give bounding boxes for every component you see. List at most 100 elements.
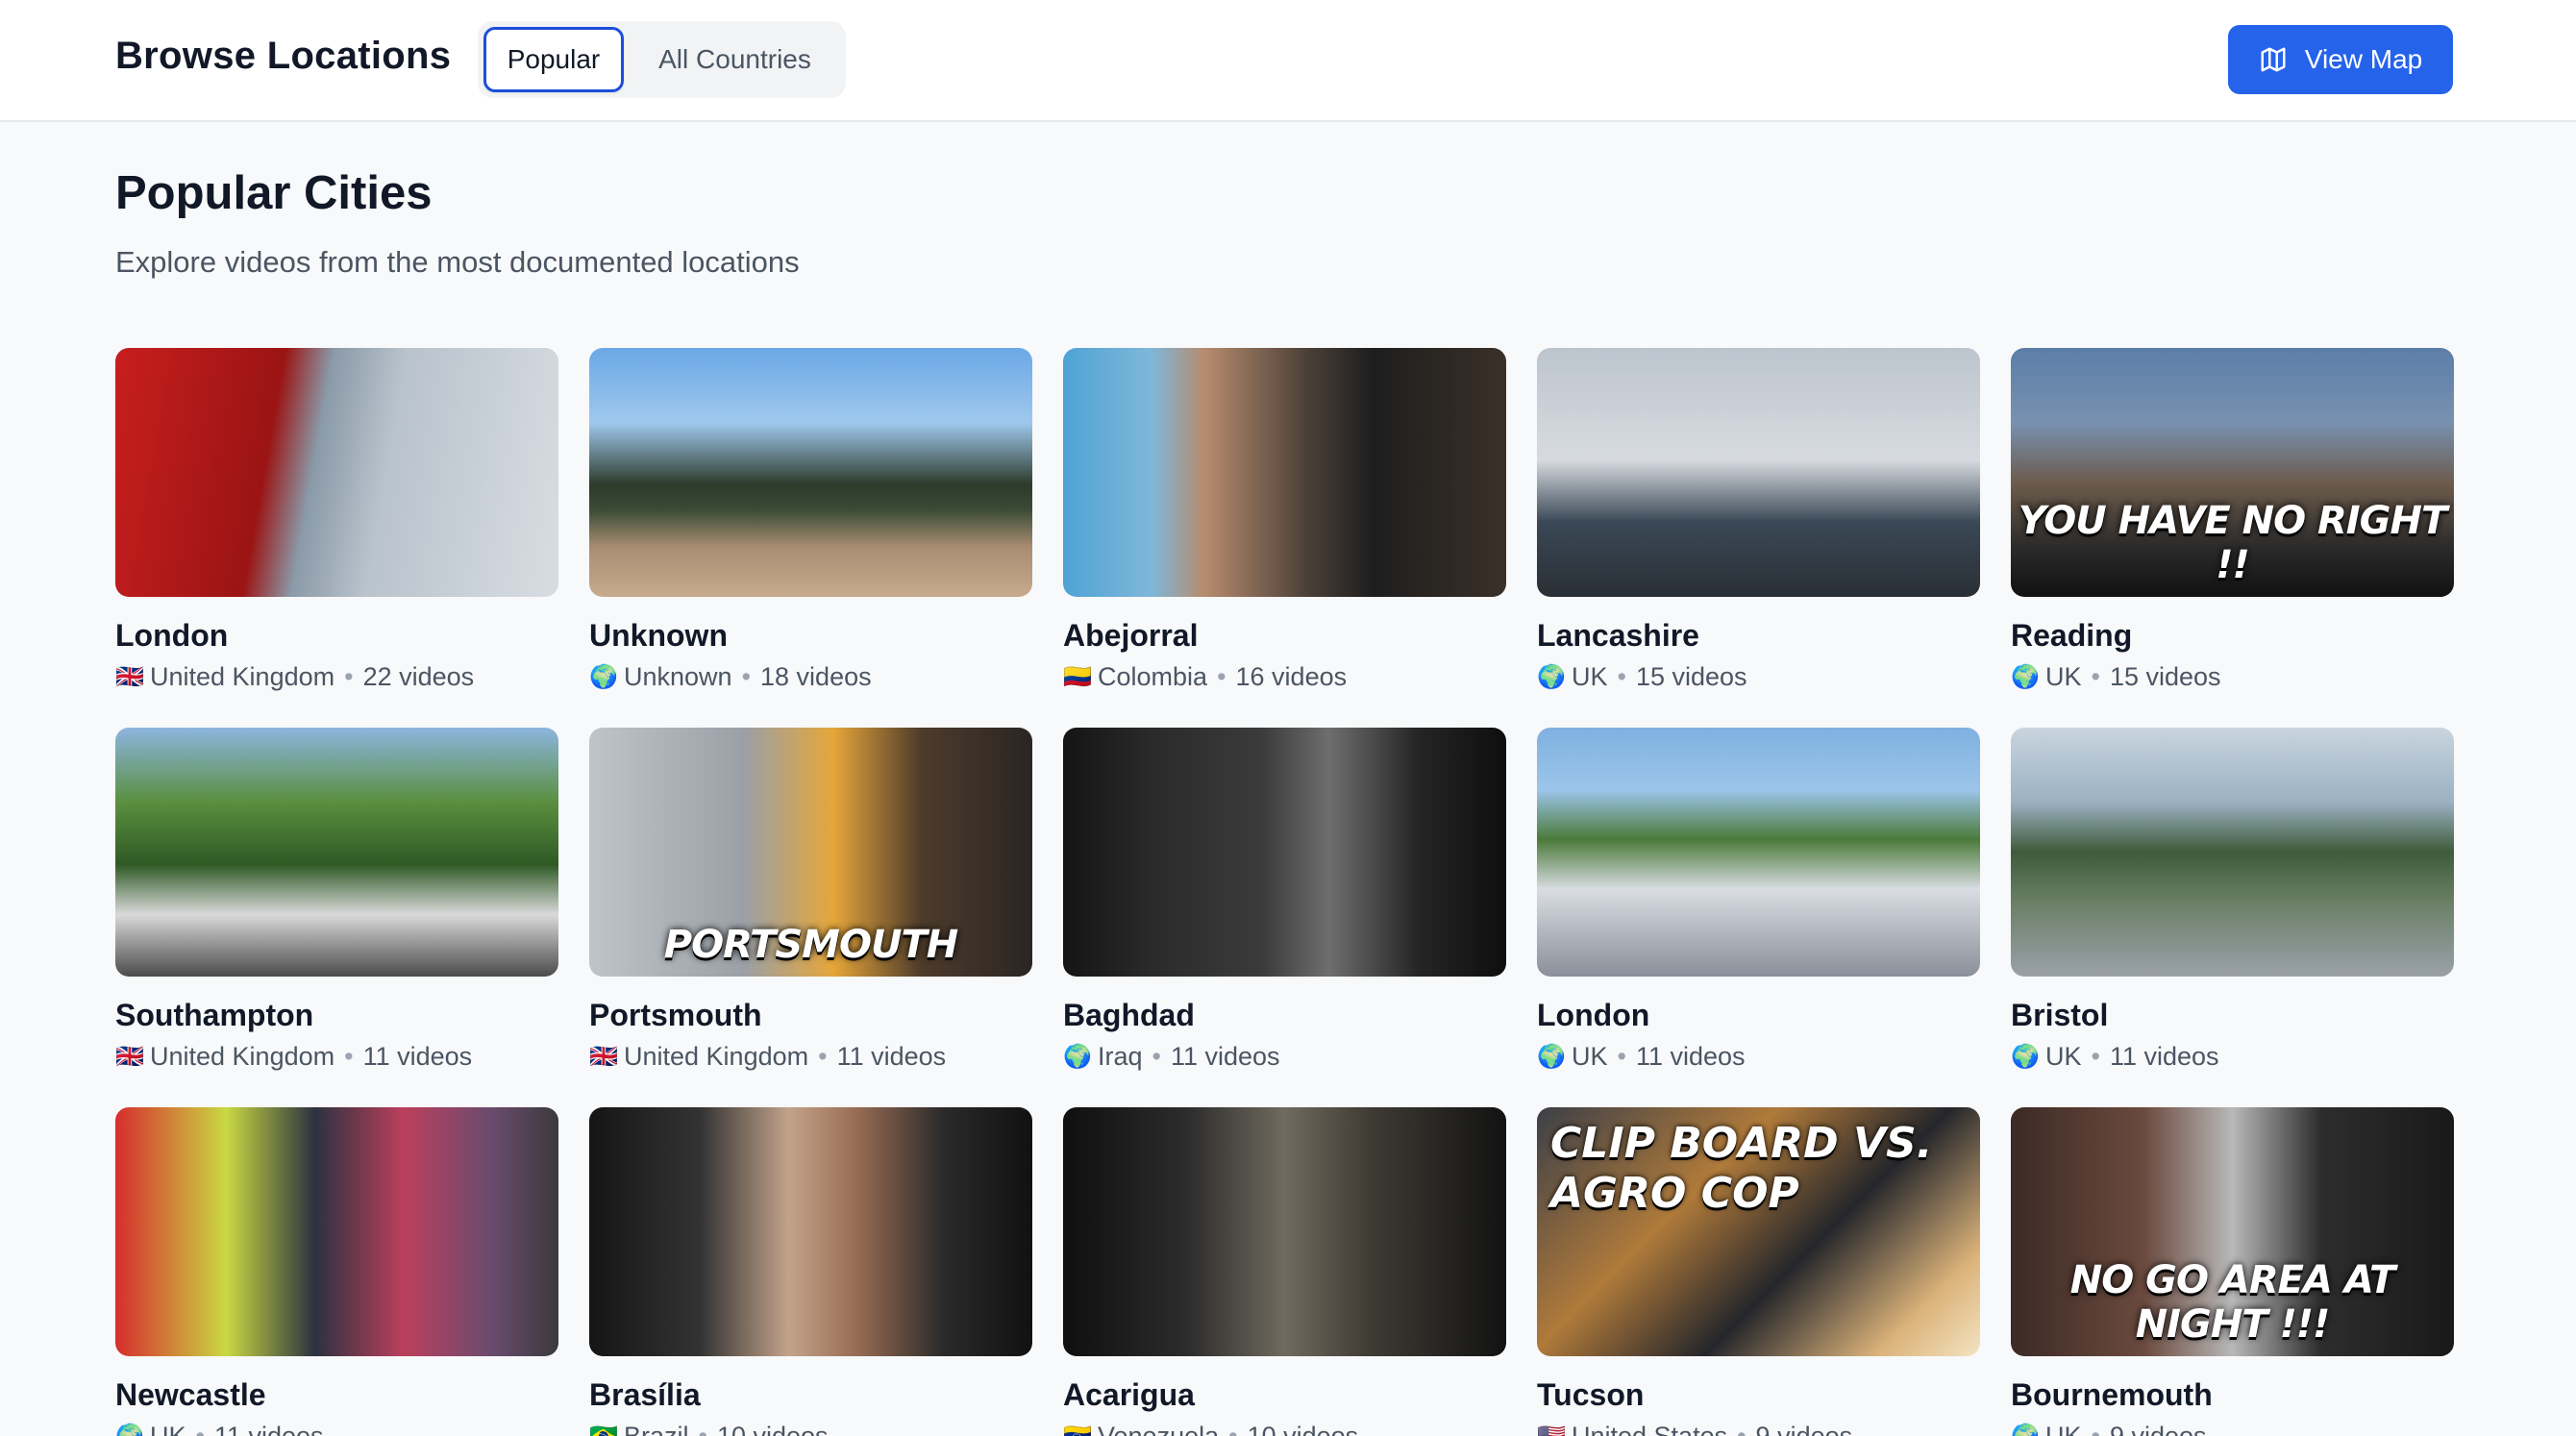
flag-icon: 🇬🇧 [589, 1044, 618, 1070]
separator-dot: • [2091, 1422, 2100, 1436]
city-name: Brasília [589, 1377, 701, 1412]
city-card[interactable]: Brasília 🇧🇷 Brazil • 10 videos [589, 1107, 1032, 1436]
video-thumbnail: NO GO AREA AT NIGHT !!! [2011, 1107, 2454, 1356]
flag-icon: 🇬🇧 [115, 664, 144, 690]
city-name: London [1537, 998, 1650, 1032]
separator-dot: • [2091, 1042, 2100, 1071]
page-title: Popular Cities [115, 167, 433, 219]
top-bar: Browse Locations Popular All Countries V… [0, 0, 2576, 122]
city-name: Bristol [2011, 998, 2109, 1032]
separator-dot: • [1617, 662, 1626, 691]
city-name: Newcastle [115, 1377, 266, 1412]
video-thumbnail [2011, 728, 2454, 977]
country-name: UK [150, 1422, 186, 1436]
video-thumbnail [115, 728, 558, 977]
thumbnail-overlay-text: PORTSMOUTH [663, 923, 958, 967]
video-count: 16 videos [1235, 662, 1348, 691]
city-card[interactable]: Newcastle 🌍 UK • 11 videos [115, 1107, 558, 1436]
video-thumbnail [1537, 728, 1980, 977]
separator-dot: • [741, 662, 752, 691]
globe-icon: 🌍 [1537, 664, 1566, 690]
city-grid: London 🇬🇧 United Kingdom • 22 videos Unk… [115, 348, 2454, 1436]
city-meta: 🇧🇷 Brazil • 10 videos [589, 1422, 1032, 1436]
view-map-label: View Map [2304, 44, 2423, 74]
video-thumbnail [1063, 1107, 1506, 1356]
video-count: 15 videos [2109, 662, 2221, 691]
city-card[interactable]: Baghdad 🌍 Iraq • 11 videos [1063, 728, 1506, 1071]
app-title: Browse Locations [115, 35, 452, 77]
video-thumbnail [115, 348, 558, 597]
city-meta: 🌍 UK • 15 videos [2011, 662, 2454, 692]
video-count: 11 videos [362, 1042, 473, 1071]
globe-icon: 🌍 [115, 1423, 144, 1436]
country-name: United States [1572, 1422, 1728, 1436]
video-thumbnail [1063, 728, 1506, 977]
separator-dot: • [1617, 1042, 1626, 1071]
city-name: London [115, 618, 229, 653]
city-card[interactable]: Lancashire 🌍 UK • 15 videos [1537, 348, 1980, 691]
city-card[interactable]: PORTSMOUTH Portsmouth 🇬🇧 United Kingdom … [589, 728, 1032, 1071]
city-name: Portsmouth [589, 998, 762, 1032]
city-card[interactable]: Acarigua 🇻🇪 Venezuela • 10 videos [1063, 1107, 1506, 1436]
view-map-button[interactable]: View Map [2228, 25, 2453, 94]
video-count: 11 videos [836, 1042, 947, 1071]
page-subtitle: Explore videos from the most documented … [115, 245, 800, 279]
separator-dot: • [344, 662, 354, 691]
map-icon [2261, 47, 2286, 72]
thumbnail-overlay-text: CLIP BOARD VS. AGRO COP [1550, 1119, 1933, 1218]
city-name: Unknown [589, 618, 728, 653]
country-name: UK [2045, 1422, 2082, 1436]
separator-dot: • [1737, 1422, 1746, 1436]
city-name: Bournemouth [2011, 1377, 2213, 1412]
city-card[interactable]: Southampton 🇬🇧 United Kingdom • 11 video… [115, 728, 558, 1071]
separator-dot: • [1152, 1042, 1161, 1071]
view-toggle: Popular All Countries [478, 21, 846, 98]
country-name: Brazil [624, 1422, 689, 1436]
tab-all-countries[interactable]: All Countries [632, 27, 838, 92]
globe-icon: 🌍 [1537, 1044, 1566, 1070]
city-card[interactable]: Unknown 🌍 Unknown • 18 videos [589, 348, 1032, 691]
video-count: 10 videos [716, 1422, 829, 1436]
video-count: 11 videos [1635, 1042, 1746, 1071]
city-meta: 🇬🇧 United Kingdom • 11 videos [115, 1042, 558, 1072]
country-name: UK [2045, 662, 2082, 691]
city-meta: 🌍 UK • 11 videos [115, 1422, 558, 1436]
video-thumbnail [115, 1107, 558, 1356]
city-name: Baghdad [1063, 998, 1195, 1032]
tab-popular[interactable]: Popular [483, 27, 624, 92]
globe-icon: 🌍 [1063, 1044, 1092, 1070]
country-name: Iraq [1098, 1042, 1143, 1071]
country-name: UK [2045, 1042, 2082, 1071]
city-meta: 🌍 UK • 11 videos [2011, 1042, 2454, 1072]
city-meta: 🇻🇪 Venezuela • 10 videos [1063, 1422, 1506, 1436]
city-card[interactable]: Bristol 🌍 UK • 11 videos [2011, 728, 2454, 1071]
separator-dot: • [1228, 1422, 1238, 1436]
country-name: UK [1572, 662, 1608, 691]
video-count: 22 videos [362, 662, 475, 691]
separator-dot: • [1217, 662, 1226, 691]
video-thumbnail [589, 348, 1032, 597]
video-thumbnail: CLIP BOARD VS. AGRO COP [1537, 1107, 1980, 1356]
city-card[interactable]: YOU HAVE NO RIGHT !! Reading 🌍 UK • 15 v… [2011, 348, 2454, 691]
country-name: UK [1572, 1042, 1608, 1071]
separator-dot: • [195, 1422, 205, 1436]
video-count: 11 videos [2109, 1042, 2219, 1071]
city-name: Abejorral [1063, 618, 1199, 653]
city-meta: 🌍 UK • 11 videos [1537, 1042, 1980, 1072]
city-meta: 🇺🇸 United States • 9 videos [1537, 1422, 1980, 1436]
video-count: 15 videos [1635, 662, 1747, 691]
city-card[interactable]: London 🇬🇧 United Kingdom • 22 videos [115, 348, 558, 691]
globe-icon: 🌍 [2011, 664, 2040, 690]
video-count: 11 videos [1170, 1042, 1280, 1071]
video-count: 10 videos [1247, 1422, 1359, 1436]
city-card[interactable]: Abejorral 🇨🇴 Colombia • 16 videos [1063, 348, 1506, 691]
city-card[interactable]: London 🌍 UK • 11 videos [1537, 728, 1980, 1071]
city-card[interactable]: CLIP BOARD VS. AGRO COP Tucson 🇺🇸 United… [1537, 1107, 1980, 1436]
city-card[interactable]: NO GO AREA AT NIGHT !!! Bournemouth 🌍 UK… [2011, 1107, 2454, 1436]
city-meta: 🇨🇴 Colombia • 16 videos [1063, 662, 1506, 692]
separator-dot: • [818, 1042, 828, 1071]
flag-icon: 🇻🇪 [1063, 1423, 1092, 1436]
city-meta: 🌍 Iraq • 11 videos [1063, 1042, 1506, 1072]
flag-icon: 🇧🇷 [589, 1423, 618, 1436]
globe-icon: 🌍 [589, 664, 618, 690]
